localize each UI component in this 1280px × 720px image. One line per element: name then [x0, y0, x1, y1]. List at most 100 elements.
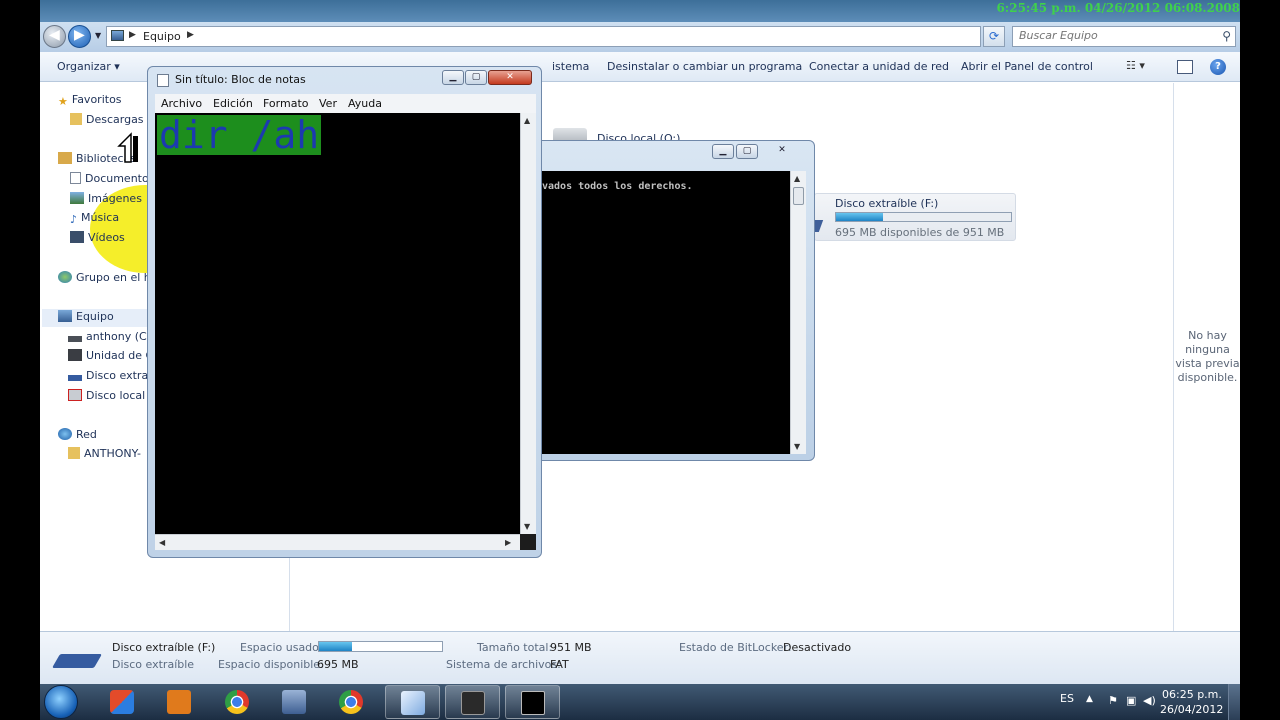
nav-videos[interactable]: Vídeos — [70, 231, 125, 249]
scroll-down-icon[interactable]: ▼ — [524, 522, 530, 531]
menu-formato[interactable]: Formato — [263, 97, 309, 110]
nav-drive-d[interactable]: Unidad de C — [68, 349, 153, 367]
notepad-horizontal-scrollbar[interactable]: ◀ ▶ — [155, 534, 520, 550]
nav-drive-o-label: Disco local ( — [86, 389, 153, 402]
notepad-text-area[interactable]: dir /ah — [155, 113, 520, 534]
optical-drive-icon — [68, 349, 82, 361]
details-fs-label: Sistema de archivos: — [446, 658, 561, 671]
menu-ayuda[interactable]: Ayuda — [348, 97, 382, 110]
tray-expand-icon[interactable]: ▲ — [1086, 694, 1093, 704]
details-fs-value: FAT — [550, 658, 569, 671]
nav-images[interactable]: Imágenes — [70, 192, 142, 210]
forward-arrow-icon: ▶ — [74, 27, 85, 43]
cmd-maximize-button[interactable]: ▢ — [736, 144, 758, 159]
details-free-value: 695 MB — [317, 658, 359, 671]
cmd-close-button[interactable]: ✕ — [760, 144, 804, 159]
map-network-drive-button[interactable]: Conectar a unidad de red — [809, 60, 949, 73]
scroll-up-icon[interactable]: ▲ — [794, 174, 800, 183]
search-box[interactable]: ⚲ — [1012, 26, 1236, 47]
removable-disk-item[interactable]: Disco extraíble (F:) 695 MB disponibles … — [802, 193, 1016, 241]
nav-drive-c-label: anthony (C: — [86, 330, 151, 343]
tray-volume-icon[interactable]: ◀) — [1143, 694, 1157, 707]
nav-drive-c[interactable]: anthony (C: — [68, 330, 150, 348]
network-icon — [58, 428, 72, 440]
notepad-window[interactable]: Sin título: Bloc de notas ▁ ▢ ✕ Archivo … — [147, 66, 542, 558]
cmd-minimize-button[interactable]: ▁ — [712, 144, 734, 159]
notepad-minimize-button[interactable]: ▁ — [442, 70, 464, 85]
uninstall-program-button[interactable]: Desinstalar o cambiar un programa — [607, 60, 802, 73]
cmd-scroll-thumb[interactable] — [793, 187, 804, 205]
document-icon — [70, 172, 81, 184]
forward-button[interactable]: ▶ — [68, 25, 91, 48]
search-icon[interactable]: ⚲ — [1222, 29, 1231, 43]
nav-network[interactable]: Red — [58, 428, 97, 446]
resize-grip-icon[interactable] — [520, 534, 536, 550]
nav-music[interactable]: ♪ Música — [70, 211, 119, 229]
taskbar-media-app[interactable] — [152, 685, 207, 719]
menu-edicion[interactable]: Edición — [213, 97, 253, 110]
nav-homegroup[interactable]: Grupo en el h — [58, 271, 151, 289]
refresh-button[interactable]: ⟳ — [983, 26, 1005, 47]
taskbar-cmd[interactable] — [505, 685, 560, 719]
breadcrumb-chevron-icon[interactable]: ▶ — [129, 30, 136, 40]
tray-language[interactable]: ES — [1060, 692, 1074, 705]
nav-documents[interactable]: Documento — [70, 172, 149, 190]
menu-ver[interactable]: Ver — [319, 97, 337, 110]
nav-downloads[interactable]: Descargas — [70, 113, 144, 131]
details-usage-fill — [319, 642, 353, 651]
nav-drive-f[interactable]: Disco extraíl — [68, 369, 154, 387]
removable-free-space: 695 MB disponibles de 951 MB — [835, 226, 1005, 239]
nav-images-label: Imágenes — [88, 192, 142, 205]
taskbar-notepad[interactable] — [385, 685, 440, 719]
nav-favorites[interactable]: ★ Favoritos — [58, 93, 122, 111]
chrome-icon — [225, 690, 249, 714]
details-type: Disco extraíble — [112, 658, 195, 671]
preview-pane-toggle-icon[interactable] — [1177, 60, 1193, 74]
tray-network-icon[interactable]: ▣ — [1126, 694, 1140, 707]
search-input[interactable] — [1019, 29, 1209, 42]
open-control-panel-button[interactable]: Abrir el Panel de control — [961, 60, 1093, 73]
help-icon[interactable]: ? — [1210, 59, 1226, 75]
tray-clock-time[interactable]: 06:25 p.m. — [1162, 688, 1222, 701]
tray-clock-date[interactable]: 26/04/2012 — [1160, 703, 1223, 716]
taskbar-virtualbox[interactable] — [267, 685, 322, 719]
scroll-right-icon[interactable]: ▶ — [505, 538, 511, 547]
no-preview-text: No hay ninguna vista previa disponible. — [1175, 329, 1240, 384]
breadcrumb-equipo[interactable]: Equipo — [143, 30, 181, 43]
notepad-maximize-button[interactable]: ▢ — [465, 70, 487, 85]
cmd-scrollbar[interactable]: ▲ ▼ — [790, 171, 806, 454]
notepad-vertical-scrollbar[interactable]: ▲ ▼ — [520, 113, 536, 534]
notepad-selected-text[interactable]: dir /ah — [157, 115, 322, 155]
nav-downloads-label: Descargas — [86, 113, 144, 126]
taskbar-chrome[interactable] — [210, 685, 265, 719]
nav-drive-d-label: Unidad de C — [86, 349, 154, 362]
taskbar-chrome-2[interactable] — [324, 685, 379, 719]
notepad-close-button[interactable]: ✕ — [488, 70, 532, 85]
nav-computer[interactable]: Equipo — [58, 310, 114, 328]
view-options-button[interactable]: ☷ ▾ — [1126, 59, 1154, 75]
cmd-window[interactable]: ▁ ▢ ✕ vados todos los derechos. ▲ ▼ — [531, 140, 815, 461]
nav-music-label: Música — [81, 211, 120, 224]
organize-button[interactable]: Organizar ▾ — [57, 60, 120, 73]
address-bar[interactable]: ▶ Equipo ▶ ▼ — [106, 26, 1040, 47]
taskbar-security-app[interactable] — [95, 685, 150, 719]
scroll-up-icon[interactable]: ▲ — [524, 116, 530, 125]
start-button[interactable] — [44, 685, 78, 719]
tray-flag-icon[interactable]: ⚑ — [1108, 694, 1122, 707]
back-button[interactable]: ◀ — [43, 25, 66, 48]
taskbar-recorder[interactable] — [445, 685, 500, 719]
system-properties-button-fragment[interactable]: istema — [552, 60, 589, 73]
notepad-title: Sin título: Bloc de notas — [175, 73, 306, 86]
recent-pages-dropdown-icon[interactable]: ▼ — [95, 31, 101, 40]
menu-archivo[interactable]: Archivo — [161, 97, 202, 110]
nav-homegroup-label: Grupo en el h — [76, 271, 151, 284]
nav-network-pc-label: ANTHONY- — [84, 447, 142, 460]
show-desktop-button[interactable] — [1228, 684, 1240, 720]
scroll-left-icon[interactable]: ◀ — [159, 538, 165, 547]
nav-drive-o[interactable]: Disco local ( — [68, 389, 153, 407]
scroll-down-icon[interactable]: ▼ — [794, 442, 800, 451]
nav-network-pc[interactable]: ANTHONY- — [68, 447, 141, 465]
breadcrumb-chevron-icon[interactable]: ▶ — [187, 30, 194, 40]
cmd-console[interactable]: vados todos los derechos. — [540, 171, 790, 454]
nav-documents-label: Documento — [85, 172, 149, 185]
